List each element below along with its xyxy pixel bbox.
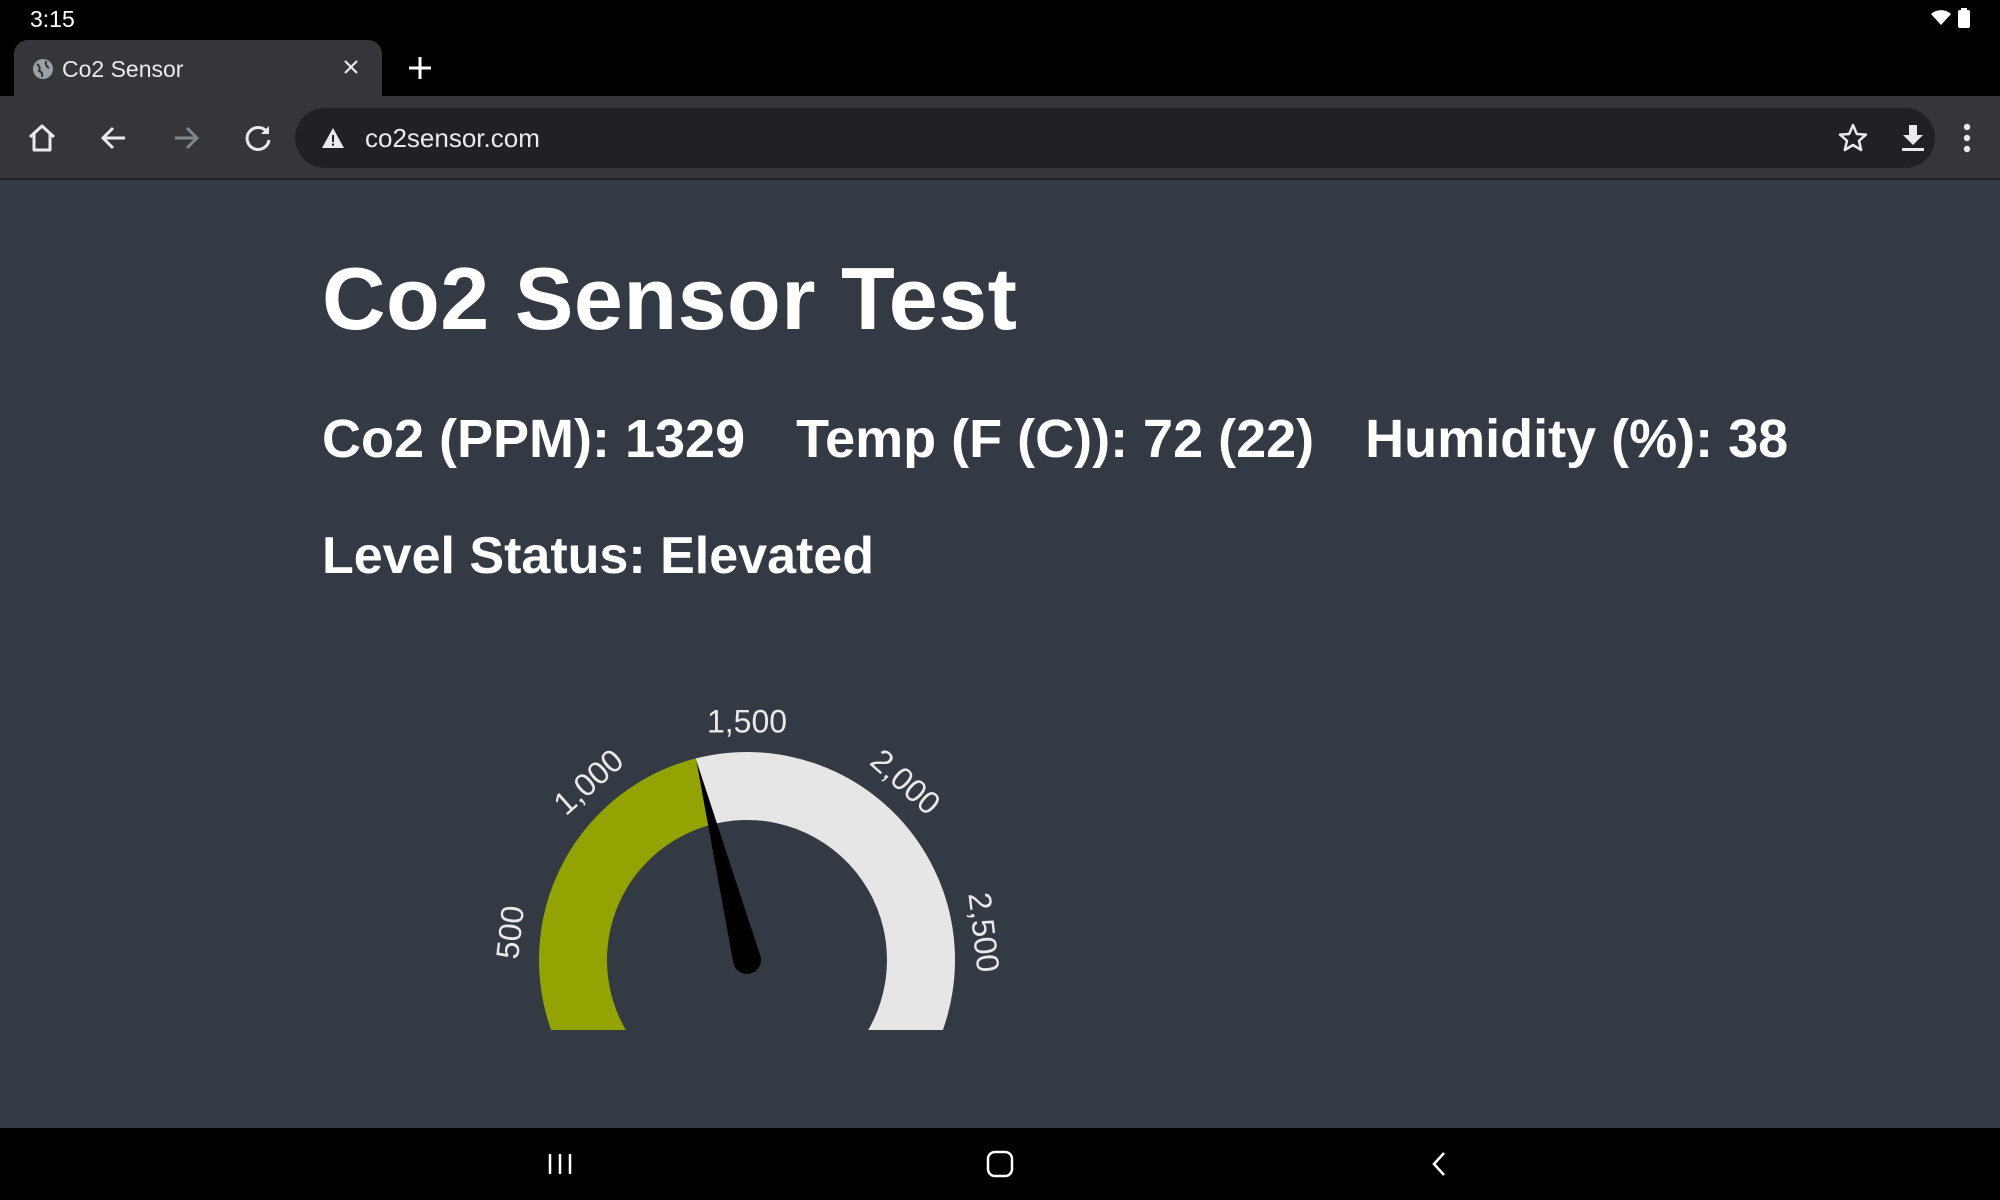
- status-time: 3:15: [30, 6, 75, 32]
- back-button[interactable]: [94, 118, 134, 158]
- star-icon: [1838, 123, 1868, 152]
- temp-reading: Temp (F (C)): 72 (22): [796, 409, 1315, 469]
- readings-row: Co2 (PPM): 1329 Temp (F (C)): 72 (22) Hu…: [322, 408, 1824, 470]
- url-text[interactable]: co2sensor.com: [365, 123, 540, 154]
- recent-apps-button[interactable]: [538, 1144, 582, 1184]
- system-nav-bar: [0, 1128, 2000, 1200]
- warning-icon[interactable]: [321, 126, 345, 150]
- home-nav-button[interactable]: [978, 1144, 1022, 1184]
- gauge-tick-label: 2,500: [961, 890, 1006, 974]
- tab-title: Co2 Sensor: [62, 56, 184, 82]
- gauge-tick-label: 1,500: [707, 703, 787, 739]
- level-status: Level Status: Elevated: [322, 527, 874, 585]
- wifi-icon: [1931, 10, 1951, 25]
- co2-reading: Co2 (PPM): 1329: [322, 409, 746, 469]
- address-bar[interactable]: co2sensor.com: [295, 108, 1935, 168]
- menu-button[interactable]: [1952, 118, 1982, 158]
- forward-button[interactable]: [166, 118, 206, 158]
- tab-co2-sensor[interactable]: Co2 Sensor: [14, 40, 382, 96]
- download-icon: [1902, 125, 1924, 151]
- download-button[interactable]: [1895, 120, 1931, 156]
- gauge-needle-hub: [733, 946, 761, 974]
- home-icon: [28, 124, 56, 152]
- humidity-reading: Humidity (%): 38: [1365, 409, 1789, 469]
- reload-button[interactable]: [238, 118, 278, 158]
- status-icons: [1930, 6, 1970, 30]
- status-bar: 3:15: [0, 0, 2000, 38]
- gauge-tick-label: 500: [489, 904, 531, 961]
- browser-toolbar: co2sensor.com: [0, 96, 2000, 180]
- close-icon[interactable]: [338, 54, 364, 80]
- home-circle-icon: [986, 1150, 1014, 1178]
- bookmark-button[interactable]: [1835, 120, 1871, 156]
- co2-gauge: 5001,0001,5002,0002,500: [489, 703, 1006, 1030]
- globe-icon: [33, 59, 53, 79]
- reload-icon: [245, 125, 271, 151]
- battery-icon: [1958, 8, 1970, 28]
- back-nav-button[interactable]: [1418, 1144, 1462, 1184]
- arrow-right-icon: [175, 126, 200, 150]
- more-vert-icon: [1963, 123, 1971, 153]
- page-title: Co2 Sensor Test: [322, 249, 1018, 348]
- recents-icon: [548, 1154, 572, 1174]
- tab-strip: Co2 Sensor: [0, 38, 2000, 96]
- page-content: Co2 Sensor Test Co2 (PPM): 1329 Temp (F …: [0, 180, 2000, 1128]
- chevron-left-icon: [1432, 1152, 1445, 1176]
- home-button[interactable]: [22, 118, 62, 158]
- new-tab-plus-icon[interactable]: [404, 52, 436, 84]
- arrow-left-icon: [100, 126, 125, 150]
